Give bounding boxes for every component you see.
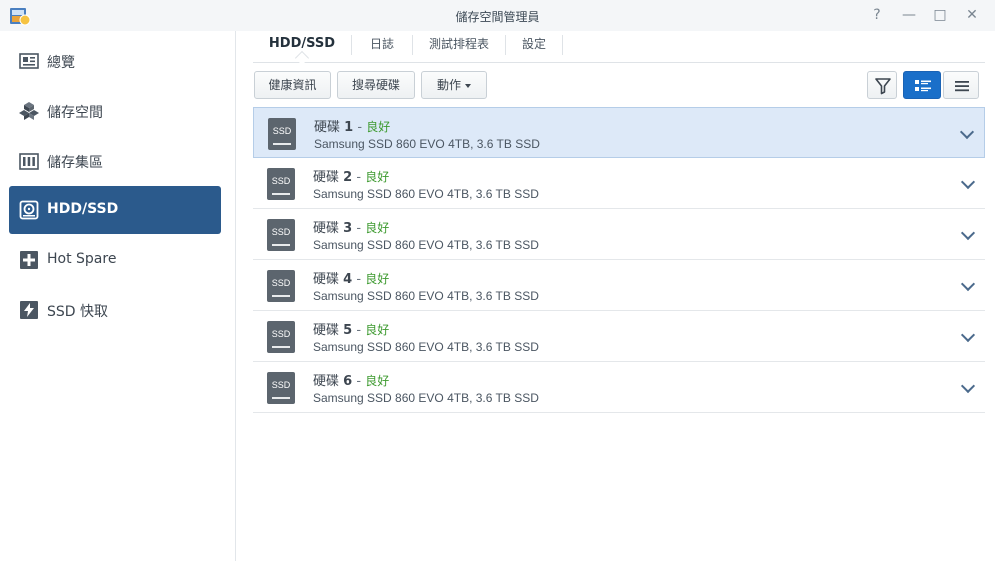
storage-pool-cubes-icon — [19, 102, 39, 120]
maximize-icon[interactable]: □ — [931, 6, 949, 24]
ssd-icon: SSD — [268, 118, 296, 150]
disk-name: 硬碟 — [313, 374, 340, 389]
tab-bar: HDD/SSD 日誌 測試排程表 設定 — [253, 31, 985, 66]
disk-description: Samsung SSD 860 EVO 4TB, 3.6 TB SSD — [313, 391, 539, 405]
chevron-down-icon[interactable] — [959, 124, 975, 140]
disk-description: Samsung SSD 860 EVO 4TB, 3.6 TB SSD — [313, 289, 539, 303]
disk-name: 硬碟 — [314, 120, 341, 135]
disk-name: 硬碟 — [313, 323, 340, 338]
disk-separator: - — [356, 221, 362, 236]
filter-button[interactable] — [867, 71, 897, 99]
detail-view-button[interactable] — [903, 71, 941, 99]
tab-logs[interactable]: 日誌 — [352, 31, 412, 62]
caret-down-icon — [465, 83, 471, 88]
disk-number: 2 — [343, 170, 353, 185]
sidebar-item-label: 總覽 — [47, 55, 75, 71]
chevron-down-icon[interactable] — [960, 276, 976, 292]
sidebar-item-label: 儲存空間 — [47, 105, 103, 121]
disk-number: 1 — [344, 120, 354, 135]
plus-box-icon — [20, 251, 38, 269]
sidebar-item-hot-spare[interactable]: Hot Spare — [9, 236, 221, 284]
disk-separator: - — [356, 374, 362, 389]
disk-description: Samsung SSD 860 EVO 4TB, 3.6 TB SSD — [313, 340, 539, 354]
disk-row-1[interactable]: SSD 硬碟 1 - 良好 Samsung SSD 860 EVO 4TB, 3… — [253, 107, 985, 158]
disk-description: Samsung SSD 860 EVO 4TB, 3.6 TB SSD — [314, 137, 540, 151]
tab-test-schedule[interactable]: 測試排程表 — [413, 31, 505, 62]
sidebar-item-label: HDD/SSD — [47, 201, 119, 217]
search-disk-label: 搜尋硬碟 — [351, 78, 400, 92]
ssd-icon: SSD — [267, 372, 295, 404]
disk-row-2[interactable]: SSD 硬碟 2 - 良好 Samsung SSD 860 EVO 4TB, 3… — [253, 158, 985, 209]
disk-name: 硬碟 — [313, 170, 340, 185]
disk-name: 硬碟 — [313, 272, 340, 287]
storage-volume-bars-icon — [19, 153, 39, 170]
ssd-icon: SSD — [267, 270, 295, 302]
disk-description: Samsung SSD 860 EVO 4TB, 3.6 TB SSD — [313, 238, 539, 252]
disk-number: 3 — [343, 221, 353, 236]
compact-list-view-icon — [955, 81, 969, 92]
sidebar-item-hdd-ssd[interactable]: HDD/SSD — [9, 186, 221, 234]
disk-row-6[interactable]: SSD 硬碟 6 - 良好 Samsung SSD 860 EVO 4TB, 3… — [253, 362, 985, 413]
disk-separator: - — [356, 323, 362, 338]
status-label: 良好 — [366, 120, 391, 134]
disk-description: Samsung SSD 860 EVO 4TB, 3.6 TB SSD — [313, 187, 539, 201]
status-label: 良好 — [365, 323, 390, 337]
help-icon[interactable]: ? — [868, 6, 886, 24]
health-info-button[interactable]: 健康資訊 — [254, 71, 331, 99]
ssd-icon: SSD — [267, 321, 295, 353]
status-label: 良好 — [365, 374, 390, 388]
chevron-down-icon[interactable] — [960, 378, 976, 394]
disk-title: 硬碟 6 - 良好 — [313, 370, 389, 389]
disk-title: 硬碟 2 - 良好 — [313, 166, 389, 185]
sidebar-item-ssd-cache[interactable]: SSD 快取 — [9, 286, 221, 334]
overview-icon — [19, 53, 39, 69]
disk-name: 硬碟 — [313, 221, 340, 236]
chevron-down-icon[interactable] — [960, 225, 976, 241]
ssd-icon: SSD — [267, 168, 295, 200]
title-bar: 儲存空間管理員 ? — □ ✕ — [0, 0, 995, 31]
tab-divider — [562, 35, 563, 55]
lightning-icon — [20, 301, 38, 319]
action-dropdown-button[interactable]: 動作 — [421, 71, 487, 99]
detail-list-view-icon — [915, 80, 931, 92]
compact-view-button[interactable] — [943, 71, 979, 99]
disk-number: 4 — [343, 272, 353, 287]
disk-separator: - — [356, 272, 362, 287]
disk-title: 硬碟 4 - 良好 — [313, 268, 389, 287]
status-label: 良好 — [365, 272, 390, 286]
minimize-icon[interactable]: — — [900, 6, 918, 24]
health-info-label: 健康資訊 — [268, 78, 317, 92]
sidebar-item-overview[interactable]: 總覽 — [9, 37, 221, 85]
disk-title: 硬碟 1 - 良好 — [314, 116, 390, 135]
disk-row-3[interactable]: SSD 硬碟 3 - 良好 Samsung SSD 860 EVO 4TB, 3… — [253, 209, 985, 260]
disk-number: 5 — [343, 323, 353, 338]
sidebar-item-label: 儲存集區 — [47, 155, 103, 171]
status-label: 良好 — [365, 170, 390, 184]
disk-separator: - — [357, 120, 363, 135]
search-disk-button[interactable]: 搜尋硬碟 — [337, 71, 415, 99]
chevron-down-icon[interactable] — [960, 327, 976, 343]
sidebar-item-label: Hot Spare — [47, 251, 117, 267]
sidebar-item-storage-space[interactable]: 儲存空間 — [9, 87, 221, 135]
disk-title: 硬碟 5 - 良好 — [313, 319, 389, 338]
disk-list: SSD 硬碟 1 - 良好 Samsung SSD 860 EVO 4TB, 3… — [253, 107, 985, 413]
disk-row-5[interactable]: SSD 硬碟 5 - 良好 Samsung SSD 860 EVO 4TB, 3… — [253, 311, 985, 362]
status-label: 良好 — [365, 221, 390, 235]
ssd-icon: SSD — [267, 219, 295, 251]
tab-settings[interactable]: 設定 — [506, 31, 562, 62]
chevron-down-icon[interactable] — [960, 174, 976, 190]
disk-title: 硬碟 3 - 良好 — [313, 217, 389, 236]
action-label: 動作 — [436, 78, 461, 92]
disk-icon — [19, 200, 39, 220]
disk-separator: - — [356, 170, 362, 185]
window-title: 儲存空間管理員 — [455, 10, 540, 24]
disk-number: 6 — [343, 374, 353, 389]
disk-row-4[interactable]: SSD 硬碟 4 - 良好 Samsung SSD 860 EVO 4TB, 3… — [253, 260, 985, 311]
sidebar-item-label: SSD 快取 — [47, 304, 109, 320]
sidebar-item-storage-pool[interactable]: 儲存集區 — [9, 137, 221, 185]
filter-icon — [875, 78, 891, 95]
sidebar: 總覽 儲存空間 儲存集區 HDD/SSD Hot Spare SSD 快取 — [0, 31, 236, 561]
close-icon[interactable]: ✕ — [963, 6, 981, 24]
